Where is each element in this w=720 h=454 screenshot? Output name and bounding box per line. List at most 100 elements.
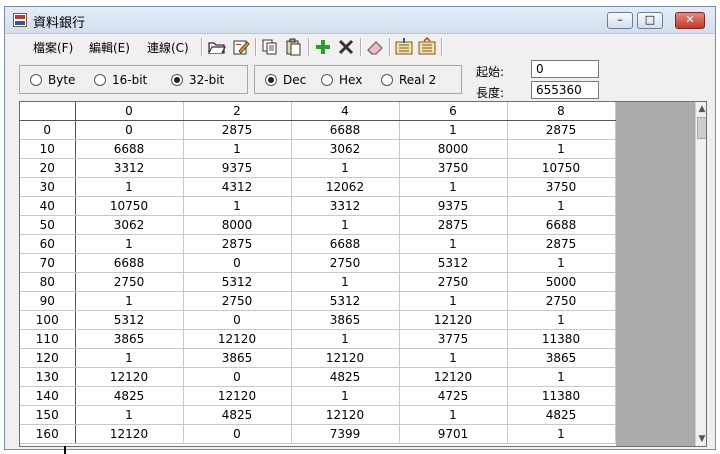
data-cell[interactable]: 1: [291, 272, 400, 292]
data-cell[interactable]: 7399: [291, 424, 400, 444]
data-cell[interactable]: 10750: [75, 196, 184, 216]
table-row[interactable]: 40 10750 1 3312 9375 1: [20, 196, 616, 216]
data-cell[interactable]: 3312: [75, 158, 184, 178]
menu-connection[interactable]: 連線(C): [147, 39, 189, 56]
data-cell[interactable]: 4825: [507, 405, 616, 425]
data-cell[interactable]: 6688: [507, 215, 616, 235]
data-cell[interactable]: 12120: [183, 329, 292, 349]
radio-real2[interactable]: Real 2: [381, 73, 436, 87]
table-row[interactable]: 110 3865 12120 1 3775 11380: [20, 329, 616, 349]
table-row[interactable]: 70 6688 0 2750 5312 1: [20, 253, 616, 273]
export-icon[interactable]: [417, 37, 437, 57]
data-cell[interactable]: 12120: [75, 424, 184, 444]
table-row[interactable]: 30 1 4312 12062 1 3750: [20, 177, 616, 197]
data-cell[interactable]: 0: [183, 424, 292, 444]
menu-file[interactable]: 檔案(F): [33, 39, 73, 56]
radio-byte-circle[interactable]: [30, 74, 42, 86]
data-cell[interactable]: 1: [507, 310, 616, 330]
data-cell[interactable]: 2875: [507, 234, 616, 254]
data-cell[interactable]: 4725: [399, 386, 508, 406]
data-cell[interactable]: 3865: [507, 348, 616, 368]
table-row[interactable]: 100 5312 0 3865 12120 1: [20, 310, 616, 330]
data-cell[interactable]: 1: [183, 196, 292, 216]
data-cell[interactable]: 5312: [291, 291, 400, 311]
data-cell[interactable]: 10750: [507, 158, 616, 178]
table-row[interactable]: 10 6688 1 3062 8000 1: [20, 139, 616, 159]
eraser-icon[interactable]: [365, 37, 385, 57]
data-cell[interactable]: 1: [507, 424, 616, 444]
data-cell[interactable]: 3062: [75, 215, 184, 235]
title-bar[interactable]: 資料銀行 – □ ✕: [5, 7, 715, 34]
data-cell[interactable]: 4825: [75, 386, 184, 406]
data-cell[interactable]: 3312: [291, 196, 400, 216]
table-row[interactable]: 130 12120 0 4825 12120 1: [20, 367, 616, 387]
data-cell[interactable]: 1: [75, 177, 184, 197]
data-cell[interactable]: 1: [75, 405, 184, 425]
table-row[interactable]: 0 0 2875 6688 1 2875: [20, 120, 616, 140]
radio-real2-circle[interactable]: [381, 74, 393, 86]
data-cell[interactable]: 12120: [291, 405, 400, 425]
data-cell[interactable]: 0: [183, 367, 292, 387]
data-cell[interactable]: 1: [183, 139, 292, 159]
table-row[interactable]: 50 3062 8000 1 2875 6688: [20, 215, 616, 235]
data-cell[interactable]: 2750: [183, 291, 292, 311]
data-cell[interactable]: 1: [507, 367, 616, 387]
data-cell[interactable]: 3865: [75, 329, 184, 349]
data-cell[interactable]: 4312: [183, 177, 292, 197]
data-cell[interactable]: 3750: [399, 158, 508, 178]
data-cell[interactable]: 5312: [75, 310, 184, 330]
minimize-button[interactable]: –: [607, 12, 633, 29]
open-folder-icon[interactable]: [207, 37, 227, 57]
length-field[interactable]: 655360: [531, 81, 599, 99]
data-cell[interactable]: 6688: [75, 139, 184, 159]
data-cell[interactable]: 2875: [183, 234, 292, 254]
data-grid[interactable]: 0 2 4 6 8 0 0 2875 6688 1 2875 10 6688 1 3062 8000 1 20 33…: [19, 101, 707, 447]
table-row[interactable]: 160 12120 0 7399 9701 1: [20, 424, 616, 444]
data-cell[interactable]: 1: [291, 329, 400, 349]
copy-icon[interactable]: [260, 37, 280, 57]
data-cell[interactable]: 1: [75, 291, 184, 311]
start-field[interactable]: 0: [531, 60, 599, 78]
radio-32bit-circle[interactable]: [171, 74, 183, 86]
data-cell[interactable]: 1: [75, 234, 184, 254]
data-cell[interactable]: 2750: [507, 291, 616, 311]
data-cell[interactable]: 1: [399, 234, 508, 254]
data-cell[interactable]: 12120: [183, 386, 292, 406]
data-cell[interactable]: 3865: [291, 310, 400, 330]
data-cell[interactable]: 8000: [183, 215, 292, 235]
scroll-thumb[interactable]: [697, 117, 706, 139]
delete-icon[interactable]: [336, 37, 356, 57]
data-cell[interactable]: 1: [399, 348, 508, 368]
table-row[interactable]: 60 1 2875 6688 1 2875: [20, 234, 616, 254]
data-cell[interactable]: 5000: [507, 272, 616, 292]
data-cell[interactable]: 1: [75, 348, 184, 368]
add-icon[interactable]: [313, 37, 333, 57]
radio-32bit[interactable]: 32-bit: [171, 73, 224, 87]
data-cell[interactable]: 2750: [399, 272, 508, 292]
data-cell[interactable]: 4825: [183, 405, 292, 425]
data-cell[interactable]: 1: [291, 386, 400, 406]
data-cell[interactable]: 3865: [183, 348, 292, 368]
data-cell[interactable]: 1: [399, 405, 508, 425]
radio-dec-circle[interactable]: [265, 74, 277, 86]
close-button[interactable]: ✕: [675, 12, 705, 29]
paste-icon[interactable]: [284, 37, 304, 57]
import-icon[interactable]: [394, 37, 414, 57]
radio-dec[interactable]: Dec: [265, 73, 306, 87]
data-cell[interactable]: 9375: [183, 158, 292, 178]
data-cell[interactable]: 1: [291, 158, 400, 178]
data-cell[interactable]: 3750: [507, 177, 616, 197]
radio-hex-circle[interactable]: [321, 74, 333, 86]
data-cell[interactable]: 1: [507, 196, 616, 216]
data-cell[interactable]: 12120: [399, 310, 508, 330]
data-cell[interactable]: 12062: [291, 177, 400, 197]
data-cell[interactable]: 6688: [75, 253, 184, 273]
data-cell[interactable]: 2875: [183, 120, 292, 140]
data-cell[interactable]: 4825: [291, 367, 400, 387]
data-cell[interactable]: 0: [183, 310, 292, 330]
data-cell[interactable]: 12120: [399, 367, 508, 387]
data-cell[interactable]: 2875: [399, 215, 508, 235]
data-cell[interactable]: 8000: [399, 139, 508, 159]
data-cell[interactable]: 1: [291, 215, 400, 235]
table-row[interactable]: 150 1 4825 12120 1 4825: [20, 405, 616, 425]
